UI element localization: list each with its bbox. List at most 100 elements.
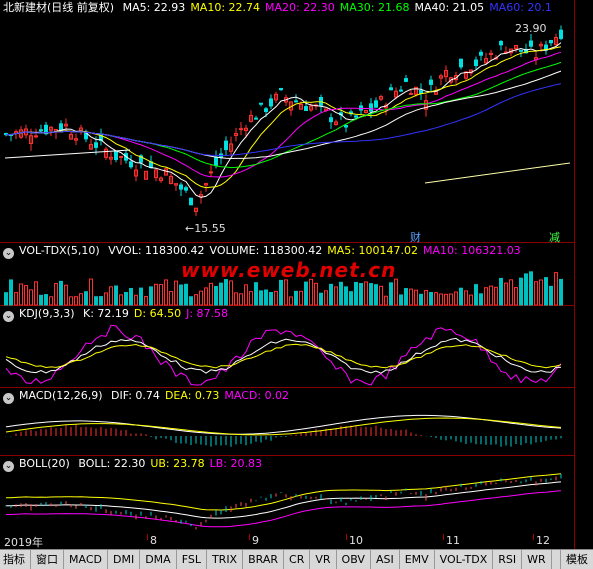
candle-body (404, 78, 408, 82)
volume-bar (539, 279, 543, 306)
volume-bar (284, 279, 288, 306)
volume-bar (429, 291, 433, 306)
tab-obv[interactable]: OBV (337, 550, 371, 569)
tab-trix[interactable]: TRIX (207, 550, 244, 569)
volume-bar (534, 281, 538, 306)
volume-bar (154, 283, 158, 306)
axis-tick (249, 534, 250, 540)
volume-bar (559, 278, 563, 306)
candle-body (209, 171, 213, 174)
volume-bar (379, 285, 383, 306)
tab-cr[interactable]: CR (284, 550, 311, 569)
kdj-title: KDJ(9,3,3) (19, 307, 75, 320)
macd-dea-line (5, 417, 562, 436)
tab-voltdx[interactable]: VOL-TDX (435, 550, 494, 569)
candle-body (479, 51, 483, 56)
vol-value-0: VVOL: 118300.42 (108, 244, 205, 257)
volume-bar (269, 292, 273, 306)
volume-bar (244, 284, 248, 306)
boll-value-2: LB: 20.83 (209, 457, 262, 470)
volume-title: VOL-TDX(5,10) (19, 244, 100, 257)
tab-brar[interactable]: BRAR (243, 550, 285, 569)
tab-macd[interactable]: MACD (64, 550, 108, 569)
volume-bar (174, 280, 178, 306)
tab-asi[interactable]: ASI (371, 550, 400, 569)
tab-[interactable]: 窗口 (31, 550, 64, 569)
volume-bar (424, 290, 428, 306)
ma-value-5: MA60: 20.1 (489, 1, 552, 14)
volume-bar (544, 277, 548, 306)
axis-tick (147, 534, 148, 540)
candle-body (499, 40, 503, 46)
volume-bar (339, 281, 343, 306)
volume-bar (104, 292, 108, 306)
macd-title: MACD(12,26,9) (19, 389, 103, 402)
volume-bar (69, 296, 73, 306)
tab-wr[interactable]: WR (522, 550, 552, 569)
trend-line (424, 162, 571, 184)
boll-value-1: UB: 23.78 (150, 457, 205, 470)
kdj-header: ⌄ KDJ(9,3,3) K: 72.19 D: 64.50 J: 87.58 (3, 307, 238, 322)
volume-bar (289, 296, 293, 306)
boll-panel[interactable]: ⌄ BOLL(20) BOLL: 22.30 UB: 23.78 LB: 20.83 (0, 456, 574, 534)
volume-bar (304, 281, 308, 306)
low-price-value: 15.55 (194, 222, 226, 235)
volume-bar (264, 289, 268, 306)
candle-body (374, 100, 378, 108)
candle-body (259, 102, 263, 105)
macd-value-0: DIF: 0.74 (111, 389, 160, 402)
volume-bar (414, 289, 418, 306)
ma-value-4: MA40: 21.05 (414, 1, 485, 14)
volume-bar (309, 278, 313, 306)
tab-[interactable]: 指标 (0, 550, 31, 569)
tab-vr[interactable]: VR (310, 550, 337, 569)
tab-emv[interactable]: EMV (400, 550, 435, 569)
candle-body (399, 89, 403, 92)
kdj-value-0: K: 72.19 (83, 307, 129, 320)
candle-body (34, 135, 38, 138)
candle-body (59, 123, 63, 131)
candle-body (94, 142, 98, 148)
volume-bar (29, 289, 33, 306)
volume-bar (329, 283, 333, 306)
volume-panel[interactable]: ⌄ VOL-TDX(5,10) VVOL: 118300.42 VOLUME: 11… (0, 243, 574, 306)
volume-bar (509, 279, 513, 306)
ma-line (6, 46, 562, 189)
kdj-value-2: J: 87.58 (186, 307, 229, 320)
volume-dropdown-icon[interactable]: ⌄ (3, 248, 14, 259)
volume-bar (204, 287, 208, 306)
candle-body (269, 98, 273, 107)
candle-body (239, 128, 243, 131)
volume-bar (229, 280, 233, 306)
tab-rsi[interactable]: RSI (493, 550, 523, 569)
volume-bar (214, 286, 218, 306)
volume-bar (79, 293, 83, 306)
volume-bar (399, 294, 403, 306)
macd-dropdown-icon[interactable]: ⌄ (3, 393, 14, 404)
tab-template[interactable]: 模板 (560, 550, 593, 569)
tab-dma[interactable]: DMA (140, 550, 177, 569)
macd-value-2: MACD: 0.02 (224, 389, 290, 402)
boll-title: BOLL(20) (19, 457, 70, 470)
candle-body (409, 92, 413, 95)
tab-dmi[interactable]: DMI (108, 550, 141, 569)
volume-bar (144, 295, 148, 306)
volume-bar (504, 282, 508, 306)
price-panel[interactable]: 北新建材(日线 前复权) MA5: 22.93 MA10: 22.74 MA20: … (0, 0, 574, 244)
volume-bar (529, 271, 533, 306)
kdj-panel[interactable]: ⌄ KDJ(9,3,3) K: 72.19 D: 64.50 J: 87.58 (0, 306, 574, 388)
volume-bar (149, 286, 153, 306)
volume-bar (159, 284, 163, 306)
candle-body (184, 187, 188, 191)
macd-panel[interactable]: ⌄ MACD(12,26,9) DIF: 0.74 DEA: 0.73 MACD: 0… (0, 388, 574, 456)
tab-fsl[interactable]: FSL (177, 550, 207, 569)
boll-dropdown-icon[interactable]: ⌄ (3, 461, 14, 472)
candle-body (179, 184, 183, 190)
candle-body (214, 156, 218, 166)
volume-bar (374, 284, 378, 306)
right-scale-bar (574, 0, 593, 549)
axis-tick (443, 534, 444, 540)
macd-header: ⌄ MACD(12,26,9) DIF: 0.74 DEA: 0.73 MACD: 0… (3, 389, 299, 404)
volume-bar (299, 290, 303, 306)
kdj-dropdown-icon[interactable]: ⌄ (3, 311, 14, 322)
